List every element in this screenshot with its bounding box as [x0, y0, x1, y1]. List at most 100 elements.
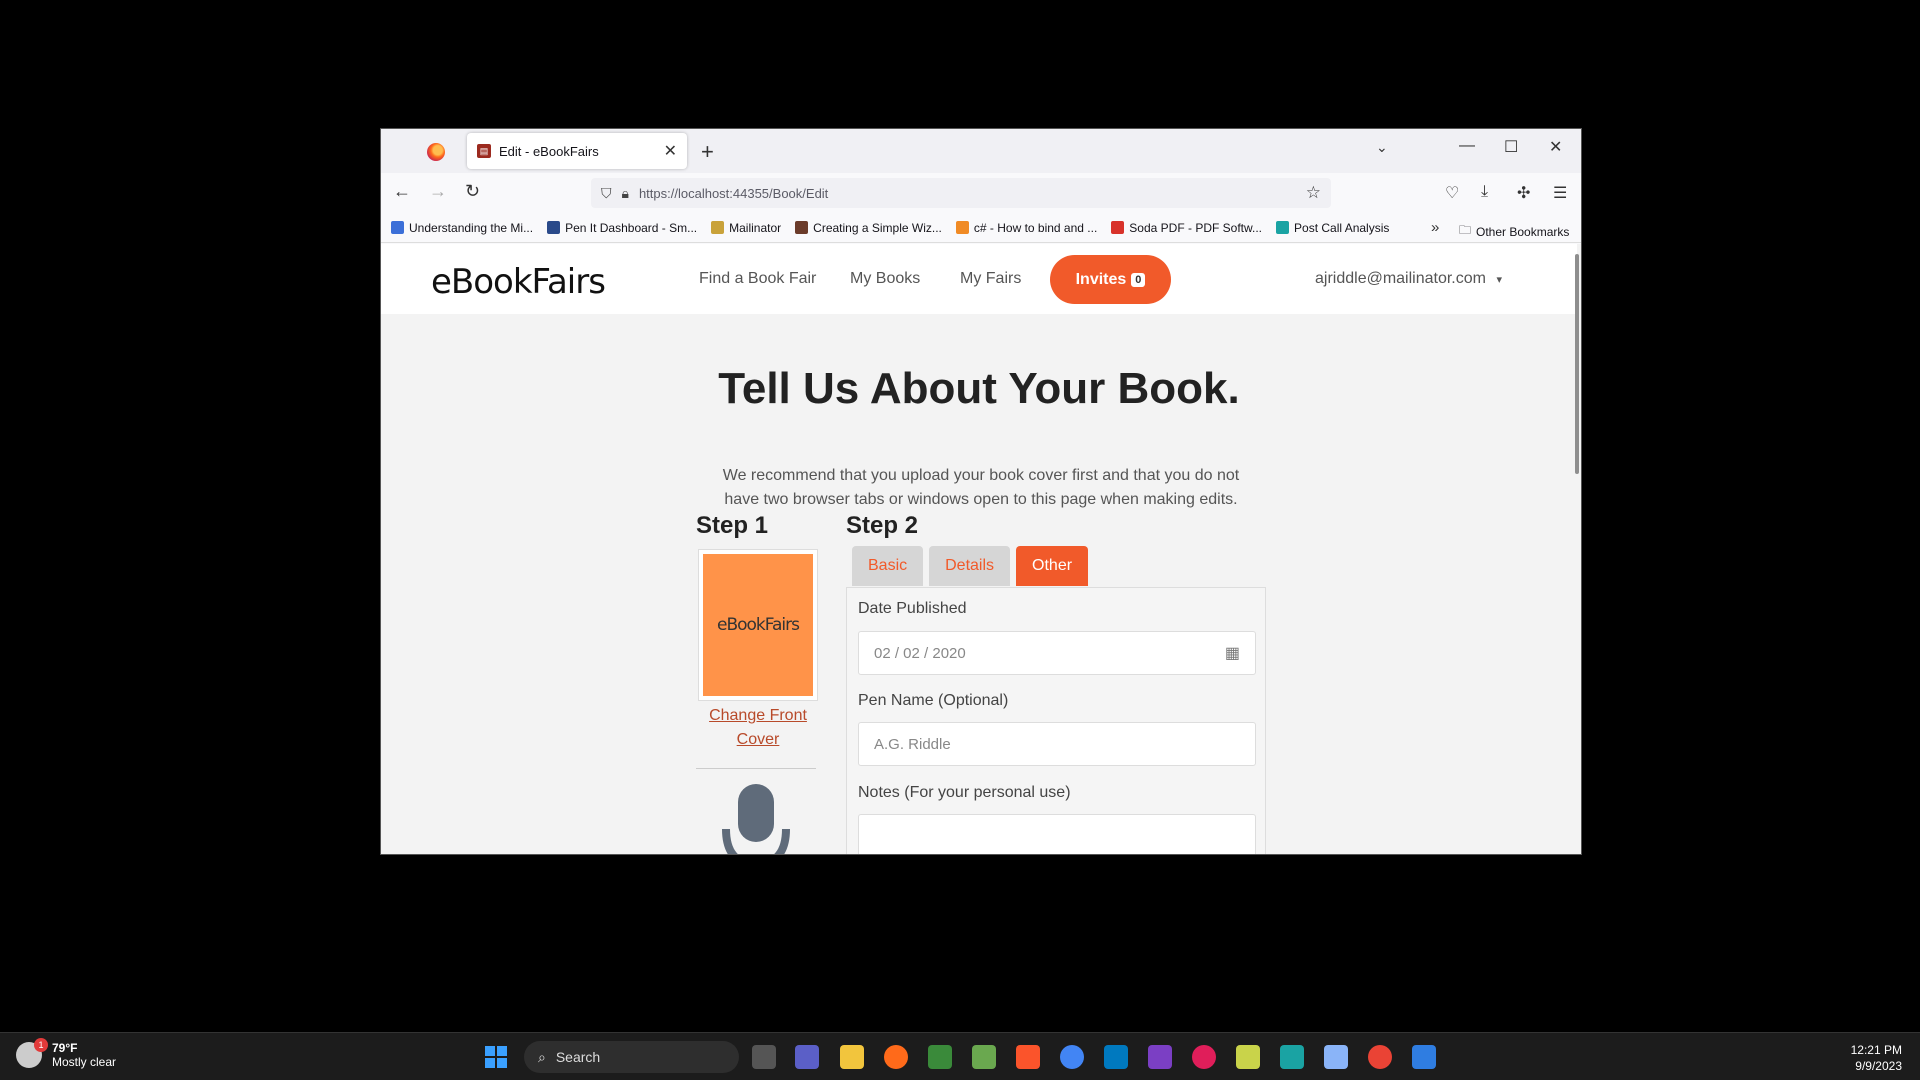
date-published-input[interactable]: 02 / 02 / 2020 ▦ — [858, 631, 1256, 675]
tab-title: Edit - eBookFairs — [499, 143, 599, 159]
pen-name-placeholder: A.G. Riddle — [874, 735, 951, 753]
bookmark-favicon-icon — [955, 221, 969, 234]
app-icon[interactable] — [972, 1045, 996, 1069]
bookmark-favicon-icon — [547, 221, 561, 234]
app-icon[interactable] — [1280, 1045, 1304, 1069]
site-favicon-icon: ▤ — [477, 144, 491, 158]
bookmark-favicon-icon — [711, 221, 725, 234]
task-view-icon[interactable] — [752, 1045, 776, 1069]
new-tab-icon[interactable]: + — [701, 139, 714, 165]
notes-textarea[interactable] — [858, 814, 1256, 854]
weather-moon-icon: 1 — [16, 1038, 48, 1068]
bookmark-item[interactable]: Pen It Dashboard - Sm... — [547, 221, 697, 235]
invites-button[interactable]: Invites 0 — [1050, 255, 1171, 304]
brave-icon[interactable] — [1016, 1045, 1040, 1069]
date-value: 02 / 02 / 2020 — [874, 644, 966, 662]
bookmarks-bar: Understanding the Mi... Pen It Dashboard… — [381, 213, 1581, 243]
start-windows-icon[interactable] — [485, 1046, 507, 1068]
page-title: Tell Us About Your Book. — [718, 364, 1240, 413]
divider — [696, 768, 816, 769]
pen-name-input[interactable]: A.G. Riddle — [858, 722, 1256, 766]
maximize-icon[interactable]: ☐ — [1504, 137, 1518, 157]
chrome-icon[interactable] — [1060, 1045, 1084, 1069]
site-logo[interactable]: eBookFairs — [431, 262, 606, 302]
bookmark-item[interactable]: Mailinator — [711, 221, 781, 235]
slack-icon[interactable] — [1192, 1045, 1216, 1069]
form-tabs: Basic Details Other — [852, 546, 1094, 586]
app-icon[interactable] — [1412, 1045, 1436, 1069]
app-icon[interactable] — [1236, 1045, 1260, 1069]
trello-icon[interactable] — [1104, 1045, 1128, 1069]
book-cover: eBookFairs — [703, 554, 813, 696]
bookmark-item[interactable]: Understanding the Mi... — [391, 221, 533, 235]
close-window-icon[interactable]: ✕ — [1549, 137, 1562, 157]
pocket-icon[interactable]: ♡ — [1445, 183, 1459, 203]
firefox-view-icon[interactable] — [427, 143, 445, 161]
other-tab-panel: Date Published 02 / 02 / 2020 ▦ Pen Name… — [846, 587, 1266, 854]
minimize-icon[interactable]: — — [1459, 137, 1475, 155]
caret-down-icon: ▾ — [1496, 274, 1502, 286]
tab-basic[interactable]: Basic — [852, 546, 924, 586]
close-tab-icon[interactable]: ✕ — [664, 141, 677, 161]
intro-text: We recommend that you upload your book c… — [722, 467, 1240, 508]
bookmark-item[interactable]: Creating a Simple Wiz... — [795, 221, 942, 235]
site-navbar: eBookFairs Find a Book Fair My Books My … — [381, 244, 1577, 314]
bookmark-favicon-icon — [391, 221, 404, 234]
taskbar-search[interactable]: ⌕ Search — [524, 1041, 739, 1073]
other-bookmarks[interactable]: 🗀 Other Bookmarks — [1459, 221, 1569, 242]
calendar-icon[interactable]: ▦ — [1225, 643, 1240, 663]
microphone-icon[interactable] — [721, 784, 791, 855]
change-front-cover-link[interactable]: Change Front Cover — [698, 704, 818, 752]
tab-other[interactable]: Other — [1016, 546, 1089, 586]
app-icon[interactable] — [1324, 1045, 1348, 1069]
menu-icon[interactable]: ☰ — [1553, 183, 1567, 203]
file-explorer-icon[interactable] — [840, 1045, 864, 1069]
browser-window: ▤ Edit - eBookFairs ✕ + ⌄ — ☐ ✕ ← → ↻ ⛉ … — [380, 128, 1582, 855]
system-clock[interactable]: 12:21 PM 9/9/2023 — [1851, 1042, 1902, 1074]
bookmark-item[interactable]: c# - How to bind and ... — [955, 221, 1097, 235]
bookmark-favicon-icon — [795, 221, 809, 234]
taskbar: 1 79°F Mostly clear ⌕ Search 12:21 PM 9/… — [0, 1032, 1920, 1080]
bookmark-star-icon[interactable]: ☆ — [1306, 183, 1321, 203]
nav-my-books[interactable]: My Books — [850, 270, 920, 288]
shield-icon[interactable]: ⛉ — [601, 185, 612, 202]
extensions-icon[interactable]: ✣ — [1517, 183, 1530, 203]
tab-bar: ▤ Edit - eBookFairs ✕ + ⌄ — ☐ ✕ — [381, 129, 1581, 173]
reload-icon[interactable]: ↻ — [465, 181, 480, 202]
tab-list-chevron-icon[interactable]: ⌄ — [1376, 139, 1388, 156]
user-email: ajriddle@mailinator.com — [1315, 270, 1486, 287]
nav-my-fairs[interactable]: My Fairs — [960, 270, 1021, 288]
weather-widget[interactable]: 1 79°F Mostly clear — [16, 1038, 116, 1069]
book-cover-frame: eBookFairs — [698, 549, 818, 701]
pen-name-label: Pen Name (Optional) — [858, 692, 1009, 709]
downloads-icon[interactable]: ⤓ — [1481, 183, 1488, 201]
step2-label: Step 2 — [846, 512, 919, 539]
clock-date: 9/9/2023 — [1855, 1059, 1902, 1073]
more-bookmarks-icon[interactable]: » — [1431, 219, 1439, 236]
date-published-label: Date Published — [858, 600, 967, 617]
nav-find-book-fair[interactable]: Find a Book Fair — [699, 270, 816, 288]
invites-count-badge: 0 — [1131, 272, 1146, 287]
url-bar[interactable]: ⛉ 🔒︎ https://localhost:44355/Book/Edit ☆ — [591, 178, 1331, 208]
nav-bar: ← → ↻ ⛉ 🔒︎ https://localhost:44355/Book/… — [381, 173, 1581, 213]
folder-icon: 🗀 — [1459, 223, 1472, 237]
search-label: Search — [555, 1049, 601, 1065]
invites-label: Invites — [1075, 270, 1127, 288]
back-icon[interactable]: ← — [393, 181, 411, 202]
app-icon[interactable] — [928, 1045, 952, 1069]
notes-label: Notes (For your personal use) — [858, 784, 1071, 801]
bookmark-item[interactable]: Post Call Analysis — [1276, 221, 1389, 235]
chrome-icon[interactable] — [1368, 1045, 1392, 1069]
step1-label: Step 1 — [696, 512, 769, 539]
forward-icon[interactable]: → — [429, 181, 447, 202]
tab-details[interactable]: Details — [929, 546, 1011, 586]
teams-icon[interactable] — [795, 1045, 819, 1069]
search-icon: ⌕ — [538, 1048, 546, 1065]
bookmark-item[interactable]: Soda PDF - PDF Softw... — [1111, 221, 1262, 235]
user-menu[interactable]: ajriddle@mailinator.com ▾ — [1315, 270, 1502, 288]
firefox-icon[interactable] — [884, 1045, 908, 1069]
desktop: ▤ Edit - eBookFairs ✕ + ⌄ — ☐ ✕ ← → ↻ ⛉ … — [0, 0, 1920, 1032]
visual-studio-icon[interactable] — [1148, 1045, 1172, 1069]
browser-tab-active[interactable]: ▤ Edit - eBookFairs ✕ — [467, 133, 687, 169]
lock-icon[interactable]: 🔒︎ — [622, 185, 629, 202]
